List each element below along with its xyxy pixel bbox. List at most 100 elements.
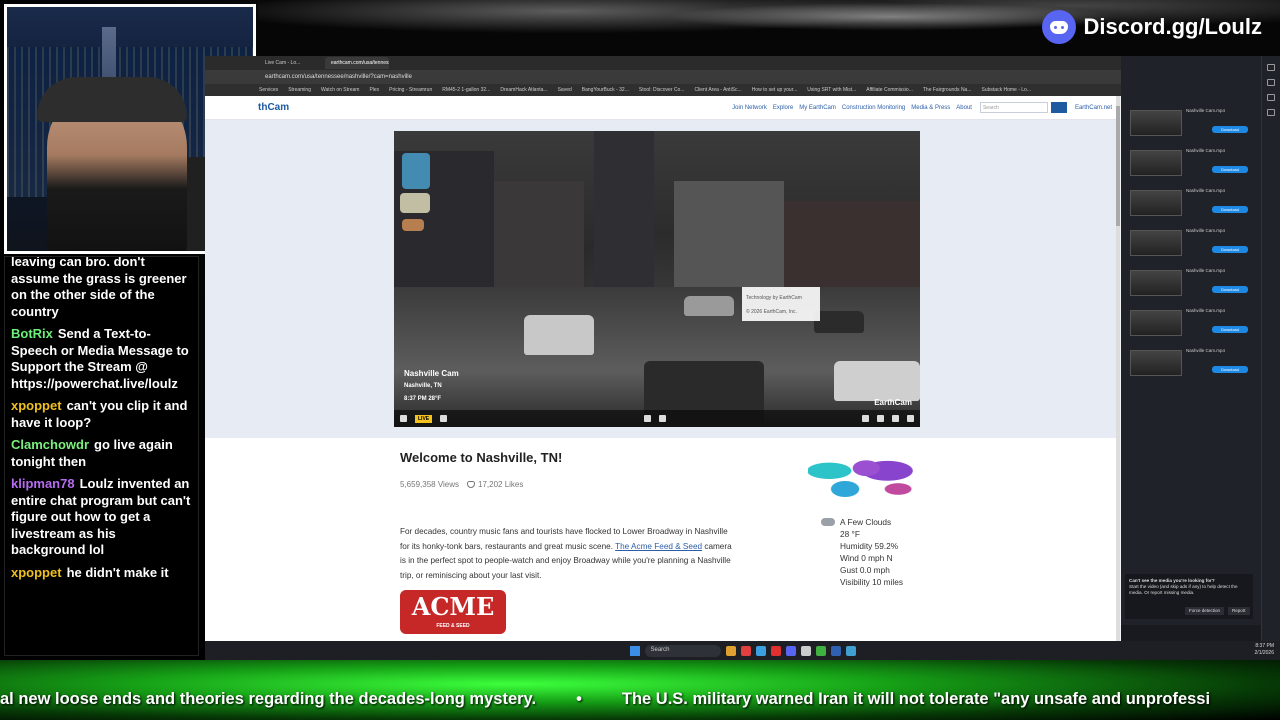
cloud-icon [821,518,835,526]
weather-line: Humidity 59.2% [840,541,899,551]
media-thumbnail [1130,150,1182,176]
desktop-screen: Live Cam - Lo... earthcam.com/usa/tennes… [205,56,1280,660]
copyright: © 2026 EarthCam, Inc. [746,309,797,315]
film-icon[interactable] [440,415,448,422]
chat-username[interactable]: BotRix [11,326,53,341]
bookmark-item[interactable]: Pricing - Streamrun [389,87,432,93]
app-icon[interactable] [815,645,826,656]
bookmark-item[interactable]: Client Area - AntiSc... [694,87,741,93]
bookmark-item[interactable]: The Fairgrounds Na... [923,87,972,93]
media-filename: Nashville Cam.mp4 [1186,268,1226,273]
media-thumbnail [1130,190,1182,216]
media-item[interactable]: Nashville Cam.mp4 Download [1130,186,1252,219]
pin-icon[interactable] [400,415,407,422]
bookmark-item[interactable]: BangYourBuck - 32... [582,87,629,93]
bookmark-item[interactable]: Affiliate Commissio... [866,87,913,93]
app-icon[interactable] [845,645,856,656]
rail-icon[interactable] [1267,64,1275,71]
chat-username[interactable]: klipman78 [11,476,75,491]
url-text: earthcam.com/usa/tennessee/nashville/?ca… [265,74,412,80]
address-bar[interactable]: earthcam.com/usa/tennessee/nashville/?ca… [205,70,1280,84]
start-icon[interactable] [629,645,640,656]
search-input[interactable]: Search [979,102,1048,113]
media-item[interactable]: Nashville Cam.mp4 Download [1130,146,1252,179]
steam-icon[interactable] [830,645,841,656]
download-button[interactable]: Download [1212,206,1248,213]
media-item[interactable]: Nashville Cam.mp4 Download [1130,226,1252,259]
browser-tab-active[interactable]: earthcam.com/usa/tennessee/n... [325,57,389,69]
rail-icon[interactable] [1267,79,1275,86]
cam-time-temp: 8:37 PM 28°F [404,396,442,402]
camera-icon[interactable] [643,415,651,422]
rail-icon[interactable] [1267,94,1275,101]
download-button[interactable]: Download [1212,126,1248,133]
bookmark-item[interactable]: DreamHack Atlanta... [500,87,547,93]
gear-icon[interactable] [892,415,899,422]
taskbar-clock[interactable]: 8:37 PM 2/1/2026 [1255,643,1274,657]
nav-link[interactable]: Construction Monitoring [842,105,905,111]
bookmark-item[interactable]: Streaming [288,87,311,93]
chat-message: BotRix Send a Text-to-Speech or Media Mes… [11,326,192,392]
pin-icon[interactable] [877,415,884,422]
weather-info: A Few Clouds 28 °F Humidity 59.2% Wind 0 mp… [840,516,903,588]
acme-link[interactable]: The Acme Feed & Seed [615,542,702,551]
media-thumbnail [1130,110,1182,136]
media-item[interactable]: Nashville Cam.mp4 Download [1130,266,1252,299]
webcam-video-player[interactable]: Technology by EarthCam © 2026 EarthCam, … [394,131,920,427]
bookmark-item[interactable]: How to set up your... [752,87,798,93]
bookmark-item[interactable]: Saved [558,87,572,93]
taskbar-search[interactable]: Search [644,644,721,657]
flame-icon[interactable] [862,415,869,422]
weather-line: Visibility 10 miles [840,577,904,587]
clock-time: 8:37 PM [1255,643,1274,649]
tech-credit: Technology by EarthCam [746,295,802,301]
folder-icon[interactable] [725,645,736,656]
nav-link[interactable]: Join Network [732,105,767,111]
search-icon[interactable] [1050,102,1067,113]
browser-tab[interactable]: Live Cam - Lo... [259,57,323,69]
earthcam-net-link[interactable]: EarthCam.net [1075,105,1112,111]
acme-logo[interactable]: ACME FEED & SEED [400,590,506,634]
live-badge[interactable]: LIVE [415,414,433,423]
download-button[interactable]: Download [1212,326,1248,333]
media-item[interactable]: Nashville Cam.mp4 Download [1130,306,1252,339]
fullscreen-icon[interactable] [907,415,914,422]
heart-icon[interactable] [467,481,476,489]
rail-icon[interactable] [1267,109,1275,116]
report-button[interactable]: Report [1228,607,1250,615]
media-item[interactable]: Nashville Cam.mp4 Download [1130,106,1252,139]
bookmark-item[interactable]: Stool: Discover Co... [639,87,685,93]
earthcam-logo[interactable]: thCam [258,102,289,113]
discord-icon[interactable] [785,645,796,656]
download-button[interactable]: Download [1212,366,1248,373]
download-button[interactable]: Download [1212,246,1248,253]
bookmark-item[interactable]: RM45-2 1-gallon 32... [442,87,490,93]
bookmark-item[interactable]: Watch on Stream [321,87,359,93]
nav-link[interactable]: My EarthCam [799,105,836,111]
cam-name: Nashville Cam [404,369,459,378]
brave-icon[interactable] [740,645,751,656]
chat-username[interactable]: Clamchowdr [11,437,89,452]
download-button[interactable]: Download [1212,286,1248,293]
force-detection-button[interactable]: Force detection [1185,607,1225,615]
chat-message: leaving can bro. don't assume the grass … [11,257,192,320]
chat-panel: leaving can bro. don't assume the grass … [4,256,199,656]
app-icon[interactable] [770,645,781,656]
nav-link[interactable]: Media & Press [911,105,950,111]
bookmark-item[interactable]: Substack Home - Lo... [982,87,1031,93]
scrollbar[interactable] [1116,96,1120,641]
chat-username[interactable]: xpoppet [11,398,62,413]
app-icon[interactable] [755,645,766,656]
bookmark-item[interactable]: Plex [369,87,379,93]
bookmark-item[interactable]: Services [259,87,278,93]
earthcam-watermark: EarthCam [874,398,912,407]
nav-link[interactable]: Explore [773,105,793,111]
bookmark-item[interactable]: Using SRT with Mist... [807,87,856,93]
nav-link[interactable]: About [956,105,972,111]
next-icon[interactable] [658,415,666,422]
download-button[interactable]: Download [1212,166,1248,173]
media-item[interactable]: Nashville Cam.mp4 Download [1130,346,1252,379]
chat-username[interactable]: xpoppet [11,565,62,580]
media-filename: Nashville Cam.mp4 [1186,148,1226,153]
app-icon[interactable] [800,645,811,656]
